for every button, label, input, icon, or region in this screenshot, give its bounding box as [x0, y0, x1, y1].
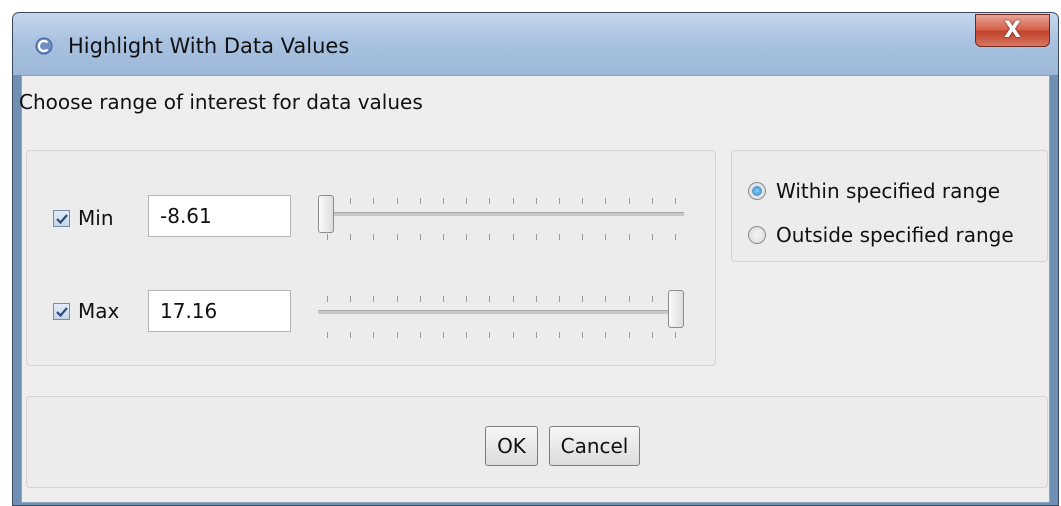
ok-button[interactable]: OK	[485, 426, 538, 466]
min-label: Min	[78, 206, 114, 230]
slider-tick	[419, 296, 421, 302]
slider-tick	[396, 198, 398, 204]
slider-tick	[489, 234, 491, 240]
slider-tick	[605, 296, 607, 302]
slider-tick	[396, 332, 398, 338]
slider-tick	[605, 332, 607, 338]
slider-tick	[512, 198, 514, 204]
min-value-input[interactable]	[148, 195, 291, 237]
max-slider[interactable]	[318, 278, 688, 348]
slider-tick	[512, 332, 514, 338]
slider-tick	[419, 332, 421, 338]
checkmark-icon	[56, 214, 68, 225]
slider-tick	[559, 234, 560, 240]
checkmark-icon	[56, 307, 68, 318]
slider-tick	[512, 296, 514, 302]
slider-tick	[419, 198, 421, 204]
slider-tick	[373, 332, 375, 338]
slider-tick	[327, 332, 328, 338]
slider-tick	[350, 296, 352, 302]
slider-tick	[675, 234, 676, 240]
slider-tick	[628, 332, 630, 338]
slider-tick	[443, 296, 444, 302]
slider-tick	[443, 234, 444, 240]
slider-tick	[350, 332, 352, 338]
slider-tick	[373, 296, 375, 302]
slider-tick	[535, 198, 537, 204]
slider-tick	[628, 296, 630, 302]
within-range-radio[interactable]	[748, 182, 766, 200]
slider-tick	[582, 234, 584, 240]
slider-tick	[466, 198, 468, 204]
outside-range-label[interactable]: Outside specified range	[776, 223, 1014, 247]
within-range-label[interactable]: Within specified range	[776, 179, 1000, 203]
slider-tick	[443, 332, 444, 338]
app-icon	[35, 37, 53, 55]
slider-tick	[651, 296, 653, 302]
slider-tick	[582, 332, 584, 338]
slider-tick	[489, 198, 491, 204]
slider-tick	[651, 198, 653, 204]
slider-tick	[535, 234, 537, 240]
slider-tick	[350, 234, 352, 240]
slider-tick	[605, 198, 607, 204]
close-button[interactable]: X	[975, 14, 1050, 47]
slider-tick	[489, 332, 491, 338]
slider-tick	[512, 234, 514, 240]
min-slider-thumb[interactable]	[318, 195, 334, 233]
slider-tick	[675, 332, 676, 338]
slider-tick	[582, 198, 584, 204]
cancel-button[interactable]: Cancel	[549, 426, 640, 466]
slider-tick	[419, 234, 421, 240]
radio-selected-dot	[752, 186, 762, 196]
dialog-heading: Choose range of interest for data values	[19, 90, 423, 114]
slider-tick	[628, 198, 630, 204]
slider-tick	[559, 332, 560, 338]
slider-tick	[535, 332, 537, 338]
slider-tick	[327, 296, 328, 302]
slider-tick	[373, 234, 375, 240]
window-title: Highlight With Data Values	[68, 34, 350, 58]
slider-tick	[466, 234, 468, 240]
slider-tick	[651, 234, 653, 240]
slider-tick	[443, 198, 444, 204]
max-checkbox[interactable]	[53, 303, 70, 320]
slider-tick	[373, 198, 375, 204]
min-checkbox[interactable]	[53, 210, 70, 227]
slider-tick	[628, 234, 630, 240]
outside-range-radio[interactable]	[748, 226, 766, 244]
slider-tick	[559, 198, 560, 204]
min-slider-track	[318, 212, 684, 216]
slider-tick	[350, 198, 352, 204]
slider-tick	[605, 234, 607, 240]
slider-tick	[466, 332, 468, 338]
slider-tick	[466, 296, 468, 302]
min-slider[interactable]	[318, 180, 688, 250]
slider-tick	[582, 296, 584, 302]
slider-tick	[559, 296, 560, 302]
max-slider-thumb[interactable]	[668, 290, 684, 328]
slider-tick	[535, 296, 537, 302]
title-bar[interactable]: Highlight With Data Values X	[13, 13, 1058, 75]
slider-tick	[675, 198, 676, 204]
max-slider-track	[318, 310, 684, 314]
slider-tick	[396, 234, 398, 240]
slider-tick	[489, 296, 491, 302]
max-label: Max	[78, 299, 120, 323]
slider-tick	[396, 296, 398, 302]
slider-tick	[327, 234, 328, 240]
max-value-input[interactable]	[148, 290, 291, 332]
slider-tick	[651, 332, 653, 338]
